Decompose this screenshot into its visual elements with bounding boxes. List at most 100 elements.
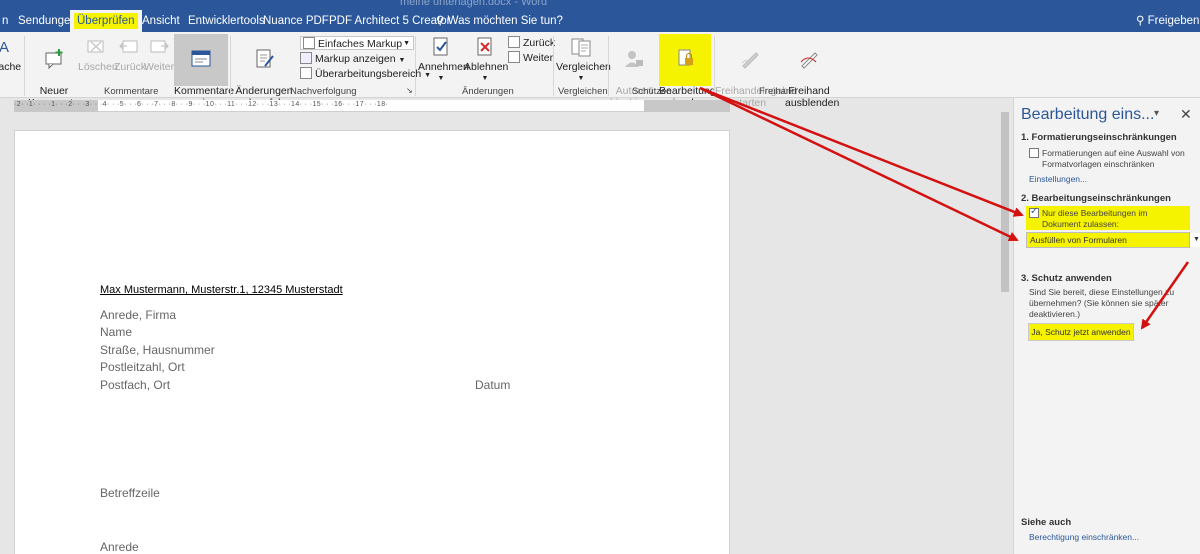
section-apply-heading: 3. Schutz anwenden — [1021, 273, 1112, 284]
arrow-to-editing-select — [699, 86, 1019, 242]
group-label-kommentare: Kommentare — [104, 86, 159, 97]
pane-options-icon[interactable]: ▾ — [1154, 108, 1159, 119]
editing-restriction-checkbox[interactable] — [1029, 206, 1039, 218]
ribbon-separator — [415, 36, 416, 96]
date-field[interactable]: Datum — [475, 378, 510, 392]
chevron-down-icon: ▼ — [403, 40, 410, 47]
kommentare-anzeigen-button[interactable]: Kommentare anzeigen — [174, 34, 234, 109]
previous-change-icon — [508, 36, 520, 48]
recipient-line[interactable]: Anrede, Firma — [100, 308, 176, 322]
formatting-restriction-label: Formatierungen auf eine Auswahl von Form… — [1042, 148, 1185, 169]
tab-ueberpruefen[interactable]: Überprüfen — [70, 10, 142, 32]
ablehnen-button[interactable]: Ablehnen ▼ — [464, 34, 509, 85]
chevron-down-icon: ▼ — [437, 75, 445, 82]
kommentar-weiter-button[interactable]: Weiter — [144, 34, 174, 73]
kommentar-zurueck-button[interactable]: Zurück — [114, 34, 147, 73]
share-button[interactable]: ⚲ Freigeben — [1136, 10, 1199, 32]
formatting-restriction-checkbox[interactable] — [1029, 148, 1039, 158]
section-formatting-heading: 1. Formatierungseinschränkungen — [1021, 132, 1177, 143]
next-comment-icon — [150, 40, 169, 53]
aenderungen-nachverfolgen-button[interactable]: Änderungen nachverfolgen — [232, 34, 298, 109]
group-label-schuetzen: Schützen — [632, 86, 672, 97]
ribbon: A rache Neuer Kommentar Löschen Zurück W… — [0, 32, 1200, 109]
aenderung-weiter-button[interactable]: Weiter — [508, 51, 553, 65]
recipient-line[interactable]: Straße, Hausnummer — [100, 343, 215, 357]
freihand-ausblenden-button[interactable]: Freihand ausblenden — [785, 34, 839, 109]
restrict-editing-icon — [678, 49, 693, 66]
aenderung-weiter-label: Weiter — [523, 52, 554, 64]
annehmen-button[interactable]: Annehmen ▼ — [418, 34, 469, 85]
horizontal-ruler[interactable]: ·2· ·1· · · ·1· · ·2· · ·3· · ·4· · ·5· … — [14, 100, 730, 112]
kommentar-weiter-label: Weiter — [144, 61, 175, 73]
show-markup-icon — [300, 52, 312, 64]
block-authors-icon — [625, 51, 643, 67]
chevron-down-icon[interactable]: ▼ — [1189, 233, 1200, 247]
document-page[interactable]: Max Mustermann, Musterstr.1, 12345 Muste… — [14, 130, 730, 554]
reviewing-pane-icon — [300, 67, 312, 79]
tab-entwicklertools[interactable]: Entwicklertools — [184, 10, 269, 32]
person-icon: ⚲ — [1136, 15, 1145, 27]
editing-type-value: Ausfüllen von Formularen — [1030, 235, 1127, 245]
autoren-blockieren-button[interactable]: Autoren blockieren — [609, 34, 659, 109]
group-label-freihand: Freihand — [759, 86, 797, 97]
new-comment-icon — [45, 49, 63, 70]
reject-icon — [477, 37, 492, 56]
see-also-heading: Siehe auch — [1021, 517, 1072, 528]
subject-line[interactable]: Betreffzeile — [100, 486, 160, 500]
neuer-kommentar-button[interactable]: Neuer Kommentar — [28, 34, 82, 109]
sprache-button[interactable]: A rache — [0, 34, 22, 73]
tab-bar: meine unterlagen.docx - Word n Sendungen… — [0, 0, 1200, 32]
tell-me-search[interactable]: ⚲ Was möchten Sie tun? — [436, 10, 563, 32]
group-launcher-icon[interactable]: ↘ — [406, 86, 413, 95]
chevron-down-icon: ▼ — [398, 57, 406, 64]
ruler-scale: ·2· ·1· · · ·1· · ·2· · ·3· · ·4· · ·5· … — [14, 101, 389, 108]
tab-partial[interactable]: n — [0, 10, 12, 32]
group-label-nachverfolgung: Nachverfolgung — [290, 86, 357, 97]
ink-pen-icon — [741, 52, 759, 69]
vertical-scrollbar[interactable] — [998, 98, 1012, 554]
apply-protection-text: Sind Sie bereit, diese Einstellungen zu … — [1029, 287, 1175, 319]
apply-protection-button[interactable]: Ja, Schutz jetzt anwenden — [1028, 323, 1134, 341]
hide-ink-icon — [800, 52, 818, 69]
ribbon-separator — [553, 36, 554, 96]
restrict-editing-pane: Bearbeitung eins... ▾ ✕ 1. Formatierungs… — [1013, 98, 1200, 554]
bearbeitung-einschraenken-button[interactable]: Bearbeitung einschr. — [659, 34, 716, 109]
salutation-line[interactable]: Anrede — [100, 540, 139, 554]
restrict-permission-link[interactable]: Berechtigung einschränken... — [1029, 532, 1139, 542]
language-icon: A — [0, 39, 9, 56]
kommentar-zurueck-label: Zurück — [114, 61, 147, 73]
markup-icon — [303, 37, 315, 49]
tab-ansicht[interactable]: Ansicht — [138, 10, 184, 32]
delete-comment-icon — [87, 40, 104, 53]
pane-title: Bearbeitung eins... — [1021, 106, 1155, 123]
editing-type-select[interactable]: Ausfüllen von Formularen ▼ — [1026, 232, 1200, 248]
markup-anzeigen-button[interactable]: Markup anzeigen ▼ — [300, 52, 405, 66]
close-icon[interactable]: ✕ — [1180, 106, 1192, 123]
search-icon: ⚲ — [436, 15, 445, 27]
settings-link[interactable]: Einstellungen... — [1029, 174, 1087, 184]
ueberarbeitungsbereich-button[interactable]: Überarbeitungsbereich ▼ — [300, 67, 431, 81]
previous-comment-icon — [119, 40, 138, 53]
ablehnen-label: Ablehnen — [464, 61, 509, 73]
tab-nuance-pdf[interactable]: Nuance PDF — [259, 10, 333, 32]
recipient-line[interactable]: Name — [100, 325, 132, 339]
aenderung-zurueck-button[interactable]: Zurück — [508, 36, 555, 50]
ruler-margin-right — [644, 100, 730, 112]
group-label-aenderungen: Änderungen — [462, 86, 514, 97]
markup-select-value: Einfaches Markup — [318, 38, 403, 50]
chevron-down-icon: ▼ — [577, 75, 585, 82]
markup-select[interactable]: Einfaches Markup ▼ — [300, 36, 414, 50]
freihandeingabe-starten-button[interactable]: Freihandeingabe starten — [715, 34, 794, 109]
tab-ueberpruefen-label: Überprüfen — [74, 13, 138, 29]
group-label-vergleichen: Vergleichen — [558, 86, 608, 97]
recipient-line[interactable]: Postfach, Ort — [100, 378, 170, 392]
sender-line[interactable]: Max Mustermann, Musterstr.1, 12345 Muste… — [100, 284, 343, 296]
track-changes-icon — [256, 49, 274, 68]
scrollbar-thumb[interactable] — [1001, 112, 1009, 292]
vergleichen-button[interactable]: Vergleichen ▼ — [556, 34, 611, 85]
next-change-icon — [508, 51, 520, 63]
recipient-line[interactable]: Postleitzahl, Ort — [100, 360, 185, 374]
loeschen-button[interactable]: Löschen — [78, 34, 118, 73]
show-comments-icon — [191, 50, 211, 67]
ueberarbeitungsbereich-label: Überarbeitungsbereich — [315, 68, 422, 80]
